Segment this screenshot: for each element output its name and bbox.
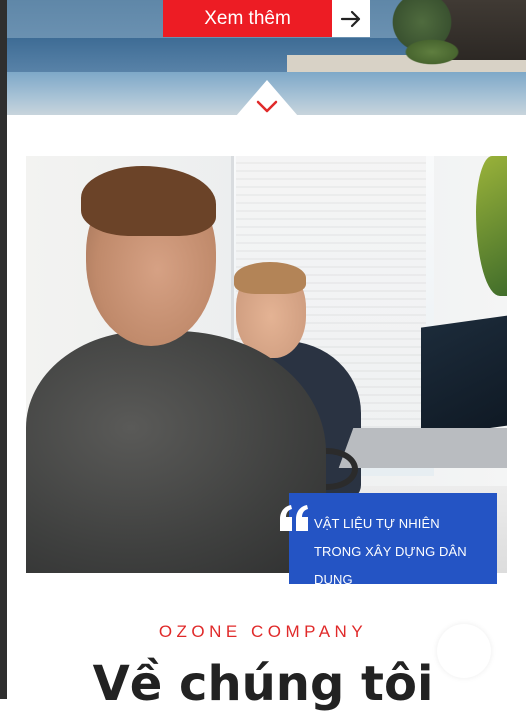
feature-quote-card[interactable]: VẬT LIỆU TỰ NHIÊN TRONG XÂY DỰNG DÂN DỤN…	[280, 493, 497, 587]
arrow-right-icon	[340, 10, 361, 27]
see-more-button[interactable]: Xem thêm	[163, 0, 332, 37]
quote-icon	[280, 505, 308, 531]
scroll-down-button[interactable]	[236, 80, 298, 116]
page-scroll-rail	[0, 0, 7, 699]
floating-action-button[interactable]	[437, 624, 491, 678]
feature-quote-text: VẬT LIỆU TỰ NHIÊN TRONG XÂY DỰNG DÂN DỤN…	[314, 516, 467, 587]
hero-bush	[402, 38, 462, 66]
see-more-arrow-button[interactable]	[332, 0, 370, 37]
